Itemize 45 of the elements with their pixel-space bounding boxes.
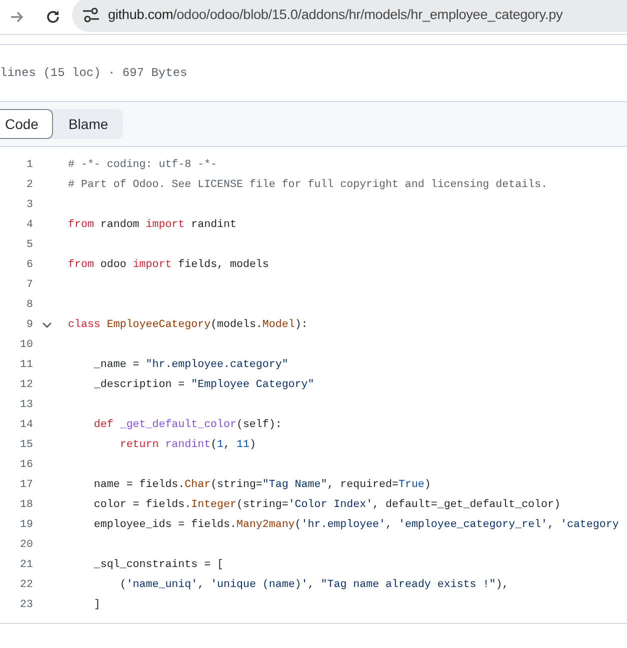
code-line: # Part of Odoo. See LICENSE file for full copyright and licensing details. bbox=[68, 178, 548, 193]
file-info: lines (15 loc) · 697 Bytes bbox=[0, 65, 188, 82]
view-tab[interactable]: Blame bbox=[53, 109, 124, 139]
line-number: 10 bbox=[20, 339, 33, 351]
line-number: 7 bbox=[26, 279, 33, 291]
line-number: 17 bbox=[20, 479, 33, 491]
code-line: _name = "hr.employee.category" bbox=[92, 358, 288, 373]
line-number: 3 bbox=[26, 199, 33, 211]
line-number: 19 bbox=[20, 519, 33, 531]
line-number: 22 bbox=[20, 579, 33, 591]
line-number: 13 bbox=[20, 399, 33, 411]
code-line: ] bbox=[92, 598, 100, 613]
view-tab[interactable]: Code bbox=[0, 109, 54, 139]
line-number: 23 bbox=[20, 599, 33, 611]
line-number: 11 bbox=[20, 359, 33, 371]
code-line: from odoo import fields, models bbox=[68, 258, 269, 273]
line-number: 18 bbox=[20, 499, 33, 511]
line-number: 9 bbox=[26, 319, 33, 331]
code-line: ('name_uniq', 'unique (name)', "Tag name already exists !"), bbox=[118, 578, 509, 593]
line-number: 21 bbox=[20, 559, 33, 571]
line-number: 1 bbox=[26, 159, 33, 171]
line-number: 20 bbox=[20, 539, 33, 551]
address-bar[interactable]: github.com/odoo/odoo/blob/15.0/addons/hr/models/hr_employee_category.py bbox=[72, 0, 627, 32]
code-line: color = fields.Integer(string='Color Index', default=_get_default_color) bbox=[92, 498, 560, 513]
code-line: _sql_constraints = [ bbox=[92, 558, 224, 573]
line-number: 8 bbox=[26, 299, 33, 311]
line-number: 6 bbox=[26, 259, 33, 271]
line-number: 14 bbox=[20, 419, 33, 431]
line-number: 15 bbox=[20, 439, 33, 451]
code-line: # -*- coding: utf-8 -*- bbox=[68, 158, 218, 173]
code-line: return randint(1, 11) bbox=[118, 438, 256, 453]
line-number: 16 bbox=[20, 459, 33, 471]
code-line: class EmployeeCategory(models.Model): bbox=[68, 318, 308, 333]
site-settings-icon[interactable] bbox=[82, 7, 100, 23]
code-line: _description = "Employee Category" bbox=[92, 378, 314, 393]
code-line: from random import randint bbox=[68, 218, 236, 233]
code-line: name = fields.Char(string="Tag Name", required=True) bbox=[92, 478, 431, 493]
code-line: def _get_default_color(self): bbox=[92, 418, 282, 433]
url-text: github.com/odoo/odoo/blob/15.0/addons/hr/models/hr_employee_category.py bbox=[108, 6, 563, 24]
code-line: employee_ids = fields.Many2many('hr.employee', 'employee_category_rel', 'category bbox=[92, 518, 619, 533]
reload-icon[interactable] bbox=[44, 8, 62, 26]
line-number: 5 bbox=[26, 239, 33, 251]
line-number: 12 bbox=[20, 379, 33, 391]
line-number: 4 bbox=[26, 219, 33, 231]
line-number: 2 bbox=[26, 179, 33, 191]
